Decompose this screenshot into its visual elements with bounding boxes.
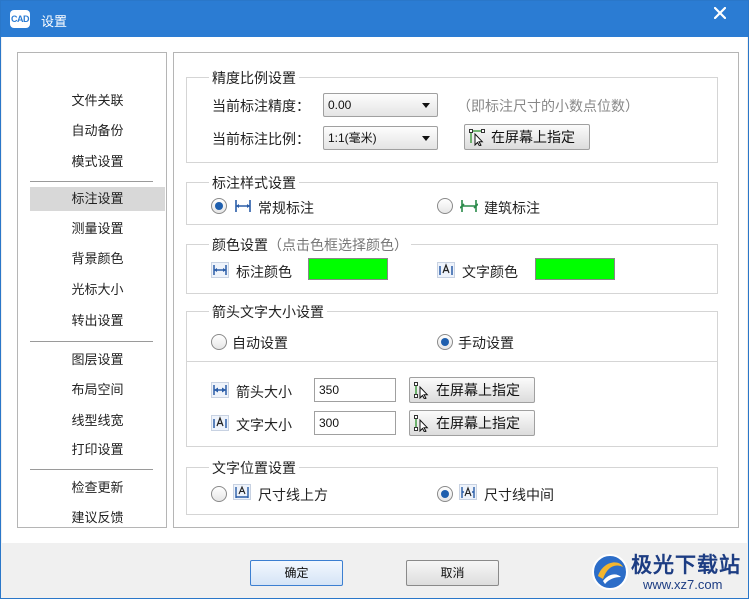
group-title: 颜色设置（点击色框选择颜色） — [209, 235, 411, 255]
nav-divider — [30, 469, 153, 470]
group-divider — [187, 361, 717, 362]
pick-cursor-icon — [414, 382, 429, 399]
group-title: 标注样式设置 — [209, 173, 299, 193]
settings-window: CAD 设置 文件关联 自动备份 模式设置 标注设置 测量设置 背景颜色 光标大… — [0, 0, 749, 599]
nav-item-background-color[interactable]: 背景颜色 — [30, 247, 165, 271]
auto-size-label: 自动设置 — [232, 335, 288, 351]
nav-item-cursor-size[interactable]: 光标大小 — [30, 278, 165, 302]
nav-item-linetype[interactable]: 线型线宽 — [30, 409, 165, 433]
precision-hint: （即标注尺寸的小数点位数） — [457, 98, 639, 114]
nav-divider — [30, 341, 153, 342]
text-size-label: 文字大小 — [236, 417, 292, 433]
arrow-size-label: 箭头大小 — [236, 384, 292, 400]
group-title: 箭头文字大小设置 — [209, 302, 327, 322]
dimension-color-label: 标注颜色 — [236, 264, 292, 280]
text-middle-line-radio[interactable] — [437, 486, 453, 502]
architectural-dimension-radio[interactable] — [437, 198, 453, 214]
group-title: 精度比例设置 — [209, 68, 299, 88]
close-icon — [713, 6, 727, 20]
window-title: 设置 — [41, 14, 68, 29]
text-above-line-label: 尺寸线上方 — [258, 487, 328, 503]
scale-select[interactable]: 1:1(毫米) — [323, 126, 438, 150]
text-size-pick-on-screen-button[interactable]: 在屏幕上指定 — [409, 410, 535, 436]
precision-scale-group: 精度比例设置 当前标注精度： 0.00 （即标注尺寸的小数点位数） 当前标注比例… — [186, 68, 718, 163]
manual-size-label: 手动设置 — [458, 335, 514, 351]
text-middle-line-icon — [459, 484, 477, 500]
nav-item-layers[interactable]: 图层设置 — [30, 348, 165, 372]
ok-button[interactable]: 确定 — [250, 560, 343, 586]
color-title-hint: （点击色框选择颜色） — [268, 237, 408, 253]
nav-item-file-association[interactable]: 文件关联 — [30, 89, 165, 113]
arrow-text-size-group: 箭头文字大小设置 自动设置 手动设置 箭头大小 350 在屏幕上指定 文字大小 … — [186, 302, 718, 447]
nav-item-check-update[interactable]: 检查更新 — [30, 476, 165, 500]
arrow-size-icon — [211, 382, 229, 398]
nav-item-feedback[interactable]: 建议反馈 — [30, 506, 165, 530]
nav-item-export[interactable]: 转出设置 — [30, 309, 165, 333]
architectural-dimension-icon — [460, 200, 478, 212]
nav-item-dimension[interactable]: 标注设置 — [30, 187, 165, 211]
cancel-button[interactable]: 取消 — [406, 560, 499, 586]
manual-size-radio[interactable] — [437, 334, 453, 350]
dimension-style-group: 标注样式设置 常规标注 建筑标注 — [186, 173, 718, 225]
dimension-color-swatch[interactable] — [308, 258, 388, 280]
arrow-size-input[interactable]: 350 — [314, 378, 396, 402]
text-middle-line-label: 尺寸线中间 — [484, 487, 554, 503]
text-color-icon — [437, 262, 455, 278]
close-button[interactable] — [701, 3, 739, 25]
nav-item-print[interactable]: 打印设置 — [30, 438, 165, 462]
nav-item-layout-space[interactable]: 布局空间 — [30, 378, 165, 402]
dimension-settings-panel: 精度比例设置 当前标注精度： 0.00 （即标注尺寸的小数点位数） 当前标注比例… — [173, 52, 739, 528]
dimension-color-icon — [211, 262, 229, 278]
settings-nav: 文件关联 自动备份 模式设置 标注设置 测量设置 背景颜色 光标大小 转出设置 … — [17, 52, 167, 528]
scale-label: 当前标注比例： — [212, 131, 310, 147]
color-settings-group: 颜色设置（点击色框选择颜色） 标注颜色 文字颜色 — [186, 235, 718, 294]
text-color-label: 文字颜色 — [462, 264, 518, 280]
title-bar[interactable]: CAD 设置 — [1, 1, 748, 37]
text-position-group: 文字位置设置 尺寸线上方 尺寸线中间 — [186, 458, 718, 515]
nav-item-auto-backup[interactable]: 自动备份 — [30, 119, 165, 143]
normal-dimension-radio[interactable] — [211, 198, 227, 214]
normal-dimension-label: 常规标注 — [258, 200, 314, 216]
site-watermark: 极光下载站 www.xz7.com — [587, 549, 745, 595]
watermark-brand: 极光下载站 — [631, 554, 741, 577]
scale-pick-on-screen-button[interactable]: 在屏幕上指定 — [464, 124, 590, 150]
text-size-icon — [211, 415, 229, 431]
arrow-size-pick-on-screen-button[interactable]: 在屏幕上指定 — [409, 377, 535, 403]
nav-item-measure[interactable]: 测量设置 — [30, 217, 165, 241]
text-size-input[interactable]: 300 — [314, 411, 396, 435]
architectural-dimension-label: 建筑标注 — [484, 200, 540, 216]
app-logo-icon: CAD — [10, 10, 30, 28]
watermark-url: www.xz7.com — [643, 577, 723, 592]
nav-divider — [30, 181, 153, 182]
precision-label: 当前标注精度： — [212, 98, 310, 114]
text-above-line-radio[interactable] — [211, 486, 227, 502]
text-color-swatch[interactable] — [535, 258, 615, 280]
aurora-logo-icon — [592, 554, 628, 590]
pick-cursor-icon — [469, 129, 485, 146]
linear-dimension-icon — [235, 200, 251, 212]
chevron-down-icon — [422, 136, 430, 141]
pick-cursor-icon — [414, 415, 429, 432]
auto-size-radio[interactable] — [211, 334, 227, 350]
nav-item-mode[interactable]: 模式设置 — [30, 150, 165, 174]
precision-select[interactable]: 0.00 — [323, 93, 438, 117]
group-title: 文字位置设置 — [209, 458, 299, 478]
text-above-line-icon — [233, 484, 251, 500]
chevron-down-icon — [422, 103, 430, 108]
content-area: 文件关联 自动备份 模式设置 标注设置 测量设置 背景颜色 光标大小 转出设置 … — [2, 37, 747, 543]
